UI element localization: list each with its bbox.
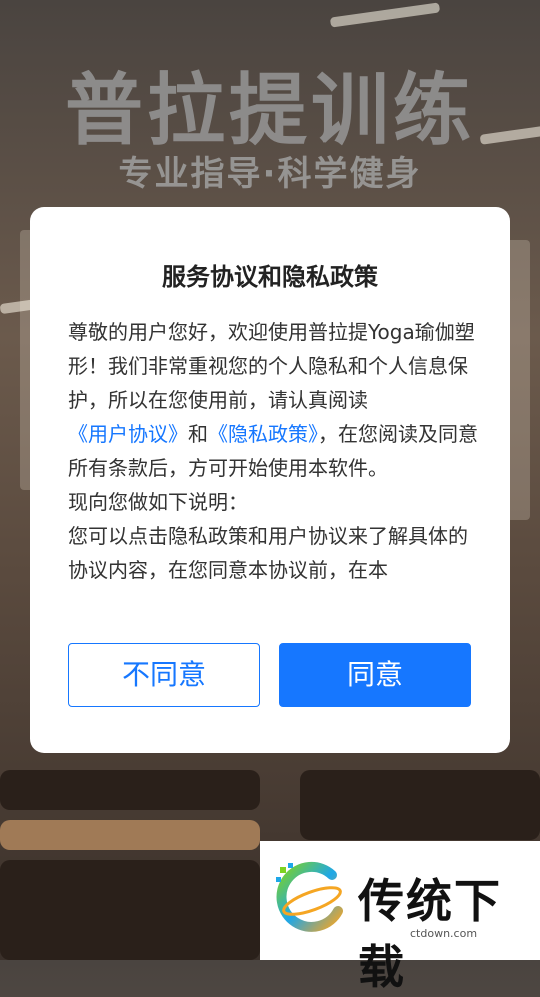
agreement-dialog: 服务协议和隐私政策 尊敬的用户您好，欢迎使用普拉提Yoga瑜伽塑形！我们非常重视… <box>30 207 510 753</box>
explanation-heading: 现向您做如下说明： <box>68 490 248 514</box>
intro-paragraph: 尊敬的用户您好，欢迎使用普拉提Yoga瑜伽塑形！我们非常重视您的个人隐私和个人信… <box>68 315 478 485</box>
watermark-url: ctdown.com <box>410 927 478 940</box>
ctdown-logo-icon <box>276 861 343 932</box>
agree-button[interactable]: 同意 <box>279 643 471 707</box>
dialog-body[interactable]: 尊敬的用户您好，欢迎使用普拉提Yoga瑜伽塑形！我们非常重视您的个人隐私和个人信… <box>68 315 478 615</box>
hero-title: 普拉提训练 <box>64 66 475 156</box>
privacy-policy-link[interactable]: 《隐私政策》 <box>208 422 318 446</box>
intro-text: 尊敬的用户您好，欢迎使用普拉提Yoga瑜伽塑形！我们非常重视您的个人隐私和个人信… <box>68 320 475 412</box>
user-agreement-link[interactable]: 《用户协议》 <box>68 422 188 446</box>
disagree-button[interactable]: 不同意 <box>68 643 260 707</box>
dialog-title: 服务协议和隐私政策 <box>162 263 378 291</box>
watermark: 传统下载 ctdown.com <box>260 841 540 994</box>
and-text: 和 <box>188 422 208 446</box>
hero-subtitle: 专业指导·科学健身 <box>118 154 422 194</box>
explanation-paragraph: 您可以点击隐私政策和用户协议来了解具体的协议内容，在您同意本协议前，在本 <box>68 524 468 582</box>
